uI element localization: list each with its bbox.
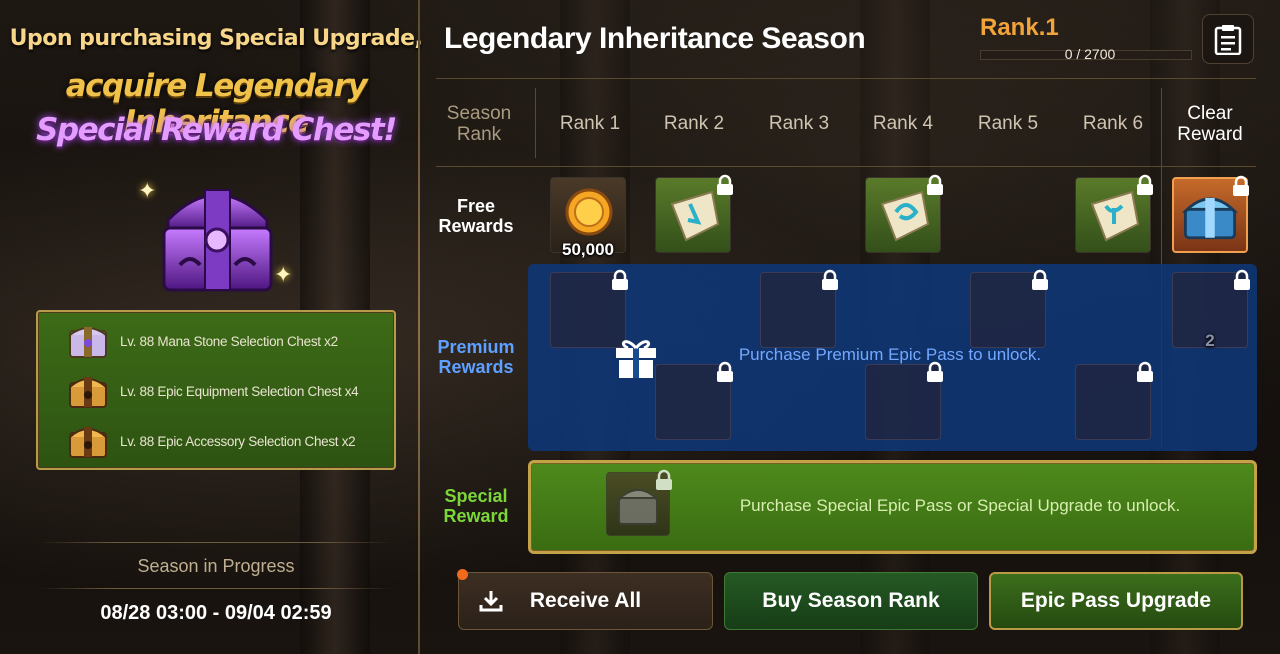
- reward-slot[interactable]: [606, 469, 672, 536]
- reward-label: Lv. 88 Mana Stone Selection Chest x2: [120, 333, 338, 349]
- premium-rewards-label: Premium Rewards: [436, 337, 516, 377]
- current-rank: Rank.1: [980, 14, 1059, 41]
- column-separator: [535, 88, 536, 158]
- list-item: Lv. 88 Epic Accessory Selection Chest x2: [66, 418, 356, 464]
- column-header: Rank 1: [559, 113, 621, 134]
- free-rewards-text: Free Rewards: [438, 196, 514, 236]
- divider: [436, 166, 1256, 167]
- season-status: Season in Progress: [137, 556, 295, 576]
- clear-reward-header: Clear Reward: [1164, 100, 1256, 148]
- mana-stone-chest-icon: [69, 327, 107, 358]
- reward-slot[interactable]: 50,000: [550, 177, 626, 259]
- special-reward-text: Special Reward: [443, 486, 509, 526]
- reward-label: Lv. 88 Epic Accessory Selection Chest x2: [120, 433, 356, 449]
- lock-icon: [927, 174, 943, 195]
- buy-season-rank-label: Buy Season Rank: [762, 589, 940, 612]
- reward-quantity: 50,000: [562, 240, 614, 259]
- reward-slot[interactable]: [655, 361, 733, 440]
- column-header: Rank 5: [977, 113, 1039, 134]
- lock-icon: [656, 469, 672, 490]
- divider: [40, 588, 392, 589]
- lock-icon: [717, 174, 733, 195]
- list-item: Lv. 88 Mana Stone Selection Chest x2: [66, 318, 338, 364]
- divider: [40, 542, 392, 543]
- lock-icon: [612, 269, 628, 290]
- lock-icon: [1233, 175, 1249, 196]
- season-rank-header: Season Rank: [438, 100, 520, 148]
- free-rewards-label: Free Rewards: [436, 196, 516, 236]
- accessory-chest-icon: [69, 427, 107, 458]
- reward-slot[interactable]: [865, 174, 943, 253]
- column-header: Rank 6: [1082, 113, 1144, 134]
- promo-line-1: Upon purchasing Special Upgrade,: [9, 26, 423, 51]
- column-header: Rank 3: [768, 113, 830, 134]
- column-header: Rank 4: [872, 113, 934, 134]
- special-unlock-message: Purchase Special Epic Pass or Special Up…: [739, 496, 1181, 515]
- clear-reward-label: Clear Reward: [1177, 103, 1243, 145]
- sparkle-icon: ✦: [274, 262, 293, 287]
- lock-icon: [1137, 361, 1153, 382]
- reward-slot[interactable]: [865, 361, 943, 440]
- panel-divider: [418, 0, 420, 654]
- clipboard-icon: [1214, 25, 1242, 55]
- mission-list-button[interactable]: [1202, 14, 1254, 64]
- receive-all-label: Receive All: [529, 589, 642, 612]
- season-rank-label: Season Rank: [446, 103, 512, 145]
- sparkle-icon: ✦: [138, 178, 157, 203]
- column-header: Rank 2: [663, 113, 725, 134]
- epic-pass-upgrade-label: Epic Pass Upgrade: [1020, 589, 1212, 612]
- notification-badge: [457, 569, 468, 580]
- reward-label: Lv. 88 Epic Equipment Selection Chest x4: [120, 383, 359, 399]
- promo-panel: Upon purchasing Special Upgrade, acquire…: [0, 0, 432, 654]
- rank-progress-text: 0 / 2700: [1064, 46, 1116, 62]
- epic-pass-upgrade-button[interactable]: Epic Pass Upgrade: [989, 572, 1243, 630]
- reward-slot[interactable]: [1172, 175, 1249, 253]
- premium-rewards-text: Premium Rewards: [437, 337, 515, 377]
- reward-slot[interactable]: [1075, 361, 1153, 440]
- lock-icon: [1137, 174, 1153, 195]
- buy-season-rank-button[interactable]: Buy Season Rank: [724, 572, 978, 630]
- lock-icon: [822, 269, 838, 290]
- reward-quantity: 2: [1205, 331, 1215, 350]
- special-reward-list: Lv. 88 Mana Stone Selection Chest x2 Lv.…: [36, 310, 396, 470]
- special-reward-label: Special Reward: [436, 486, 516, 526]
- lock-icon: [1032, 269, 1048, 290]
- list-item: Lv. 88 Epic Equipment Selection Chest x4: [66, 368, 359, 414]
- reward-slot[interactable]: 2: [1172, 269, 1250, 350]
- season-dates: 08/28 03:00 - 09/04 02:59: [100, 602, 332, 624]
- reward-slot[interactable]: [1075, 174, 1153, 253]
- promo-line-3: Special Reward Chest!: [36, 112, 397, 148]
- lock-icon: [1234, 269, 1250, 290]
- legendary-chest-icon: [162, 189, 273, 292]
- reward-slot[interactable]: [655, 174, 733, 253]
- reward-slot[interactable]: [760, 269, 838, 348]
- download-icon: [479, 591, 503, 612]
- divider: [436, 78, 1256, 79]
- page-title: Legendary Inheritance Season: [444, 22, 866, 55]
- premium-unlock-message: Purchase Premium Epic Pass to unlock.: [738, 345, 1042, 364]
- equipment-chest-icon: [69, 377, 107, 408]
- gift-icon: [616, 340, 656, 378]
- reward-slot[interactable]: [970, 269, 1048, 348]
